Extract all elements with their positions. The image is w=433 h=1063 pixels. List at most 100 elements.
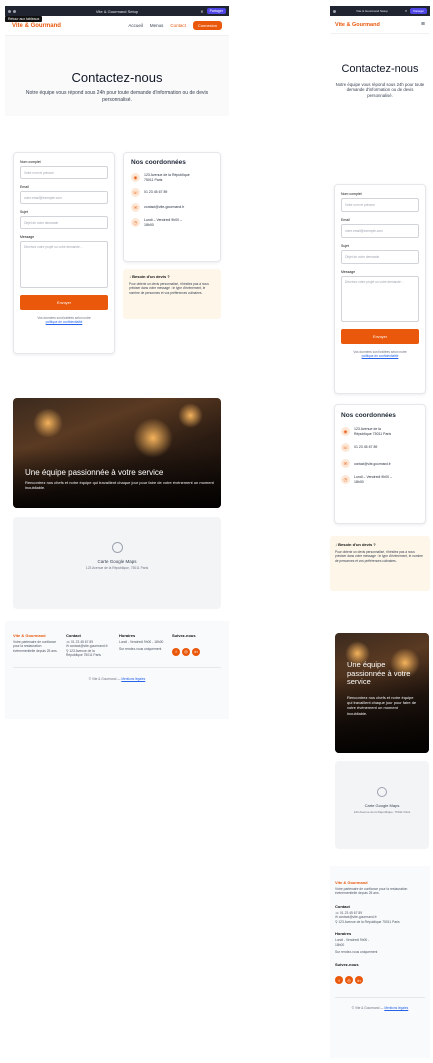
team-banner: Une équipe passionnée à votre service Re… <box>335 633 429 753</box>
page-title: Contactez-nous <box>71 70 163 85</box>
nav-link-contact[interactable]: Contact <box>170 23 186 28</box>
image-overlay <box>13 447 221 508</box>
desktop-screenshot: Vite & Gourmand Setup ✕ Partager Retour … <box>5 6 229 719</box>
share-button[interactable]: Partager <box>410 8 427 14</box>
quote-title: ↓ Besoin d'un devis ? <box>335 542 425 547</box>
subject-label: Sujet <box>341 244 349 248</box>
close-icon[interactable]: ✕ <box>405 9 408 13</box>
team-subtitle: Rencontrez nos chefs et notre équipe qui… <box>25 480 214 491</box>
quote-body: Pour obtenir un devis personnalisé, n'hé… <box>335 550 423 563</box>
footer-phone: 01 23 45 67 89 <box>340 910 363 915</box>
message-label: Message <box>20 235 35 239</box>
location-icon: ◉ <box>341 427 350 436</box>
coordinates-card: Nos coordonnées ◉ 123 Avenue de la Répub… <box>334 404 426 524</box>
instagram-icon[interactable]: ◎ <box>345 976 353 984</box>
hamburger-icon[interactable]: ≡ <box>421 21 425 28</box>
nav-link-accueil[interactable]: Accueil <box>128 23 143 28</box>
contact-form: Nom complet Votre nom et prénom Email vo… <box>334 184 426 394</box>
coordinates-card: Nos coordonnées ◉ 123 Avenue de la Répub… <box>123 152 221 262</box>
subject-label: Sujet <box>20 210 28 214</box>
team-title: Une équipe passionnée à votre service <box>347 660 411 687</box>
browser-title: Vite & Gourmand Setup <box>356 9 388 13</box>
hero: Contactez-nous Notre équipe vous répond … <box>5 36 229 116</box>
close-icon[interactable]: ✕ <box>200 9 203 14</box>
map-placeholder[interactable]: Carte Google Maps 123 Avenue de la Répub… <box>13 517 221 609</box>
instagram-icon[interactable]: ◎ <box>182 647 190 656</box>
menu-icon[interactable] <box>8 9 11 13</box>
navbar: Vite & Gourmand ≡ <box>330 16 430 34</box>
privacy-link[interactable]: politique de confidentialité <box>46 320 83 324</box>
email-text[interactable]: contact@vite-gourmand.fr <box>354 462 391 466</box>
back-icon[interactable] <box>13 9 16 13</box>
browser-title: Vite & Gourmand Setup <box>95 8 139 14</box>
coords-address: ◉ 123 Avenue de la République 75011 Pari… <box>131 173 213 182</box>
message-field[interactable]: Décrivez votre projet ou votre demande..… <box>20 241 108 288</box>
submit-button[interactable]: Envoyer <box>20 295 108 310</box>
footer-appointment: Sur rendez-vous uniquement <box>335 950 378 955</box>
browser-toolbar: Vite & Gourmand Setup ✕ Partager <box>330 6 430 16</box>
footer-hours: Lundi - Vendredi 9h00 - 18h00 <box>335 938 370 947</box>
subject-field[interactable]: Objet de votre demande <box>341 250 419 264</box>
quote-body: Pour obtenir un devis personnalisé, n'hé… <box>129 282 209 295</box>
coords-phone: ☏ 01 23 45 67 89 <box>341 443 419 453</box>
legal-link[interactable]: Mentions légales <box>384 1006 408 1010</box>
team-banner: Une équipe passionnée à votre service Re… <box>13 398 221 508</box>
name-label: Nom complet <box>341 192 362 196</box>
browser-toolbar: Vite & Gourmand Setup ✕ Partager <box>5 6 229 16</box>
phone-text[interactable]: 01 23 45 67 89 <box>354 445 377 450</box>
footer-contact-title: Contact <box>66 633 81 638</box>
coords-email: ✉ contact@vite-gourmand.fr <box>341 459 419 469</box>
privacy-note: Vos données sont traitées selon notre po… <box>20 316 108 324</box>
linkedin-icon[interactable]: in <box>192 647 200 656</box>
email-field[interactable]: votre.email@exemple.com <box>341 224 419 238</box>
mobile-screenshot: Vite & Gourmand Setup ✕ Partager Vite & … <box>330 6 430 1058</box>
footer: Vite & Gourmand Votre partenaire de conf… <box>330 866 430 1058</box>
map-title: Carte Google Maps <box>97 559 137 564</box>
coords-hours: ◷ Lundi – Vendredi 9h00 – 18h00 <box>131 218 213 228</box>
privacy-note: Vos données sont traitées selon notre po… <box>341 350 419 358</box>
footer-brand: Vite & Gourmand <box>335 880 368 885</box>
lamp-light <box>178 403 203 428</box>
lamp-light <box>33 408 63 438</box>
logo[interactable]: Vite & Gourmand <box>12 23 61 29</box>
linkedin-icon[interactable]: in <box>355 976 363 984</box>
hours-text: Lundi – Vendredi 9h00 – 18h00 <box>354 475 392 484</box>
privacy-link[interactable]: politique de confidentialité <box>362 354 399 358</box>
message-field[interactable]: Décrivez votre projet ou votre demande..… <box>341 276 419 322</box>
submit-button[interactable]: Envoyer <box>341 329 419 344</box>
phone-text[interactable]: 01 23 45 67 89 <box>144 190 167 195</box>
coords-address: ◉ 123 Avenue de la République 75011 Pari… <box>341 427 419 436</box>
quote-box: ↓ Besoin d'un devis ? Pour obtenir un de… <box>330 536 430 591</box>
subject-field[interactable]: Objet de votre demande <box>20 216 108 229</box>
footer-contact-title: Contact <box>335 903 350 909</box>
footer-about: Votre partenaire de confiance pour la re… <box>335 887 408 896</box>
facebook-icon[interactable]: f <box>335 976 343 984</box>
nav-link-menus[interactable]: Menus <box>150 23 164 28</box>
footer: Vite & Gourmand Votre partenaire de conf… <box>5 621 229 719</box>
map-placeholder[interactable]: Carte Google Maps 123 Avenue de la Répub… <box>335 761 429 849</box>
legal-link[interactable]: Mentions légales <box>121 677 145 681</box>
name-label: Nom complet <box>20 160 41 164</box>
facebook-icon[interactable]: f <box>172 647 180 656</box>
email-field[interactable]: votre.email@exemple.com <box>20 191 108 204</box>
footer-email[interactable]: contact@vite-gourmand.fr <box>339 915 377 919</box>
team-subtitle: Rencontrez nos chefs et notre équipe qui… <box>347 695 417 716</box>
phone-icon: ☏ <box>341 443 350 453</box>
clock-icon: ◷ <box>341 475 350 485</box>
email-text[interactable]: contact@vite-gourmand.fr <box>144 205 184 210</box>
quote-title-text: Besoin d'un devis ? <box>338 542 376 547</box>
name-field[interactable]: Votre nom et prénom <box>341 198 419 212</box>
login-button[interactable]: Connexion <box>192 21 222 30</box>
address-text: 123 Avenue de la République 75011 Paris <box>144 173 190 182</box>
footer-address: 123 Avenue de la République 75011 Paris <box>66 648 101 658</box>
footer-email[interactable]: contact@vite-gourmand.fr <box>70 644 108 648</box>
footer-hours: Lundi - Vendredi 9h00 - 18h00 <box>119 640 164 644</box>
location-pin-icon <box>377 787 387 797</box>
share-button[interactable]: Partager <box>206 8 226 14</box>
logo[interactable]: Vite & Gourmand <box>335 22 380 28</box>
menu-icon[interactable] <box>333 9 336 13</box>
name-field[interactable]: Votre nom et prénom <box>20 166 108 179</box>
page-subtitle: Notre équipe vous répond sous 24h pour t… <box>25 90 209 103</box>
clock-icon: ◷ <box>131 218 140 228</box>
phone-icon: ☏ <box>131 188 140 198</box>
